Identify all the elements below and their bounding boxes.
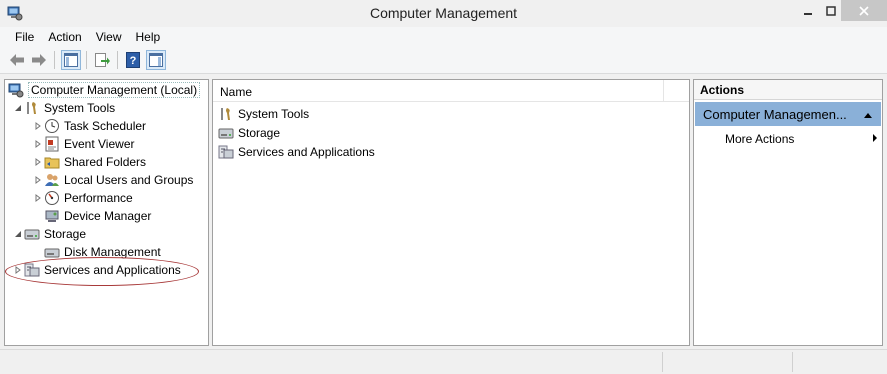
help-icon[interactable]: ? xyxy=(123,50,143,70)
submenu-arrow-icon xyxy=(872,132,878,146)
list-item-storage[interactable]: Storage xyxy=(218,124,280,142)
actions-section-computer-management[interactable]: Computer Managemen... xyxy=(695,102,881,126)
tree-item-label: Event Viewer xyxy=(64,137,135,151)
tree-item-system-tools[interactable]: System Tools xyxy=(12,99,115,117)
svg-text:?: ? xyxy=(130,55,137,67)
list-item-label: Services and Applications xyxy=(238,145,375,159)
tree-item-services-applications[interactable]: Services and Applications xyxy=(12,261,181,279)
list-item-label: System Tools xyxy=(238,107,310,121)
results-pane: Name System Tools Storage Services and A… xyxy=(212,79,690,346)
users-icon xyxy=(44,172,60,188)
collapse-arrow-icon[interactable] xyxy=(12,99,24,117)
tree-item-label: Shared Folders xyxy=(64,155,147,169)
expand-arrow-icon[interactable] xyxy=(32,171,44,189)
event-viewer-icon xyxy=(44,136,60,152)
tree-item-label: Services and Applications xyxy=(44,263,181,277)
tree-item-disk-management[interactable]: Disk Management xyxy=(44,243,161,261)
clock-icon xyxy=(44,118,60,134)
tree-item-task-scheduler[interactable]: Task Scheduler xyxy=(32,117,146,135)
tree-item-label: Task Scheduler xyxy=(64,119,147,133)
tree-item-storage[interactable]: Storage xyxy=(12,225,86,243)
show-hide-action-pane-icon[interactable] xyxy=(146,50,166,70)
system-tools-icon xyxy=(24,100,40,116)
expand-arrow-icon[interactable] xyxy=(32,135,44,153)
list-item-label: Storage xyxy=(238,126,281,140)
menu-action[interactable]: Action xyxy=(41,28,88,46)
computer-management-icon xyxy=(8,82,24,98)
storage-icon xyxy=(24,226,40,242)
close-icon[interactable] xyxy=(841,0,887,21)
tree-item-device-manager[interactable]: Device Manager xyxy=(44,207,151,225)
tree-item-label: System Tools xyxy=(44,101,116,115)
collapse-arrow-icon[interactable] xyxy=(12,225,24,243)
tree-item-label: Disk Management xyxy=(64,245,161,259)
tree-item-performance[interactable]: Performance xyxy=(32,189,133,207)
column-header-name: Name xyxy=(220,85,253,99)
list-item-services-applications[interactable]: Services and Applications xyxy=(218,143,375,161)
tree-item-shared-folders[interactable]: Shared Folders xyxy=(32,153,146,171)
window-title: Computer Management xyxy=(369,5,518,21)
tree-root-label: Computer Management (Local) xyxy=(28,82,201,98)
shared-folders-icon xyxy=(44,154,60,170)
expand-arrow-icon[interactable] xyxy=(32,153,44,171)
menu-help[interactable]: Help xyxy=(129,28,168,46)
tree-item-label: Performance xyxy=(64,191,133,205)
tree-item-label: Local Users and Groups xyxy=(64,173,194,187)
tree-item-root[interactable]: Computer Management (Local) xyxy=(8,81,201,99)
forward-arrow-icon[interactable] xyxy=(29,50,49,70)
menu-bar: File Action View Help xyxy=(0,27,887,47)
actions-pane: Actions Computer Managemen... More Actio… xyxy=(693,79,883,346)
menu-view[interactable]: View xyxy=(89,28,129,46)
toolbar: ? xyxy=(0,47,887,74)
menu-file[interactable]: File xyxy=(8,28,41,46)
services-icon xyxy=(24,262,40,278)
disk-management-icon xyxy=(44,244,60,260)
expand-arrow-icon[interactable] xyxy=(12,261,24,279)
collapse-up-arrow-icon[interactable] xyxy=(863,107,873,122)
column-header[interactable]: Name xyxy=(213,80,689,102)
tree-item-label: Storage xyxy=(44,227,87,241)
export-list-icon[interactable] xyxy=(92,50,112,70)
title-bar: Computer Management xyxy=(0,0,887,27)
performance-icon xyxy=(44,190,60,206)
tree-item-local-users[interactable]: Local Users and Groups xyxy=(32,171,193,189)
tree-item-label: Device Manager xyxy=(64,209,152,223)
storage-icon xyxy=(218,125,234,141)
status-bar xyxy=(0,349,887,374)
back-arrow-icon[interactable] xyxy=(7,50,27,70)
action-label: More Actions xyxy=(725,132,795,146)
expand-arrow-icon[interactable] xyxy=(32,189,44,207)
list-item-system-tools[interactable]: System Tools xyxy=(218,105,309,123)
device-manager-icon xyxy=(44,208,60,224)
tree-item-event-viewer[interactable]: Event Viewer xyxy=(32,135,134,153)
system-tools-icon xyxy=(218,106,234,122)
show-hide-console-tree-icon[interactable] xyxy=(61,50,81,70)
action-more-actions[interactable]: More Actions xyxy=(725,130,878,148)
console-tree-pane: Computer Management (Local) System Tools… xyxy=(4,79,209,346)
expand-arrow-icon[interactable] xyxy=(32,117,44,135)
actions-section-label: Computer Managemen... xyxy=(703,106,847,122)
services-icon xyxy=(218,144,234,160)
actions-header: Actions xyxy=(694,80,882,100)
